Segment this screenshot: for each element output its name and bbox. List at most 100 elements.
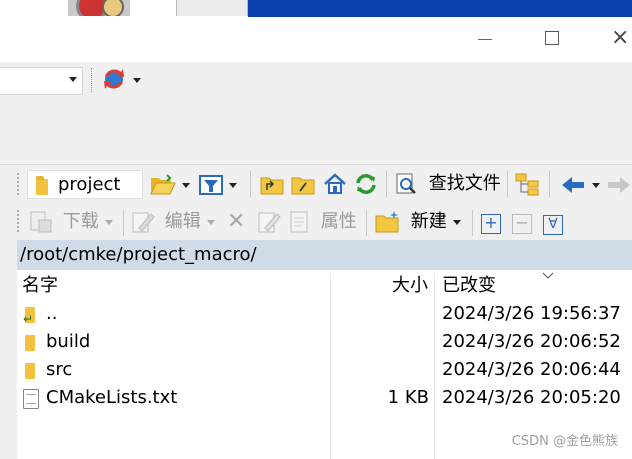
parent-folder-icon xyxy=(23,305,35,333)
session-select[interactable] xyxy=(0,67,83,95)
new-folder-icon xyxy=(375,211,399,233)
filter-button[interactable] xyxy=(199,172,237,198)
parent-folder-icon xyxy=(260,177,284,195)
sort-chevron-icon xyxy=(542,272,554,279)
rename-icon xyxy=(258,212,281,233)
folder-select-value: project xyxy=(58,174,121,195)
table-row[interactable]: .. 2024/3/26 19:56:37 xyxy=(17,300,632,333)
chevron-down-icon[interactable] xyxy=(104,219,113,225)
select-more-button[interactable]: + xyxy=(481,210,501,236)
watermark: CSDN @金色熊族 xyxy=(511,434,618,449)
column-header-name[interactable]: 名字 xyxy=(22,270,58,302)
new-button[interactable]: 新建 xyxy=(375,209,461,235)
select-all-icon: ∀ xyxy=(543,215,563,235)
maximize-button[interactable] xyxy=(545,31,559,45)
file-size: 1 KB xyxy=(387,387,429,408)
toolbar-grip[interactable] xyxy=(17,173,22,195)
file-name: CMakeLists.txt xyxy=(46,387,178,408)
column-header-size[interactable]: 大小 xyxy=(392,270,428,302)
download-icon xyxy=(30,211,52,233)
toolbar-separator xyxy=(91,68,94,92)
open-folder-icon xyxy=(150,174,176,195)
chevron-down-icon[interactable] xyxy=(206,219,215,225)
table-row[interactable]: CMakeLists.txt 1 KB 2024/3/26 20:05:20 xyxy=(17,384,632,412)
table-row[interactable]: src 2024/3/26 20:06:44 xyxy=(17,356,632,384)
refresh-icon xyxy=(356,174,376,194)
root-folder-button[interactable] xyxy=(291,172,315,198)
file-toolbar-secondary: 下载 编辑 ✕ 属性 新建 + − ∀ xyxy=(0,204,632,240)
minus-icon: − xyxy=(512,214,532,234)
chevron-down-icon[interactable] xyxy=(592,182,600,188)
desktop-app-icon[interactable] xyxy=(68,0,130,16)
open-folder-button[interactable] xyxy=(150,172,190,198)
file-list: 名字 大小 已改变 .. 2024/3/26 19:56:37 build 20… xyxy=(17,270,632,459)
toolbar-separator xyxy=(366,210,367,236)
file-modified: 2024/3/26 20:05:20 xyxy=(442,387,621,408)
properties-icon xyxy=(290,211,308,233)
edit-label: 编辑 xyxy=(164,211,201,232)
toolbar-separator xyxy=(507,171,508,197)
properties-label: 属性 xyxy=(320,211,357,232)
tree-view-button[interactable] xyxy=(515,171,541,197)
file-modified: 2024/3/26 20:06:44 xyxy=(442,359,621,380)
find-files-label: 查找文件 xyxy=(428,173,501,194)
forward-button[interactable] xyxy=(606,172,632,198)
properties-button[interactable]: 属性 xyxy=(289,209,357,235)
file-name: build xyxy=(46,331,91,352)
minimize-button[interactable] xyxy=(478,39,492,40)
forward-arrow-icon xyxy=(608,177,630,193)
select-all-button[interactable]: ∀ xyxy=(543,210,563,236)
current-path: /root/cmke/project_macro/ xyxy=(20,244,257,265)
select-less-button[interactable]: − xyxy=(512,210,532,236)
toolbar-separator xyxy=(549,171,550,197)
file-name: src xyxy=(46,359,73,380)
empty-panel-area xyxy=(0,102,632,164)
edit-icon xyxy=(132,212,155,233)
folder-icon xyxy=(25,335,35,351)
rename-button[interactable] xyxy=(257,209,281,235)
sync-button[interactable] xyxy=(91,66,143,94)
back-arrow-icon xyxy=(562,177,584,193)
file-name: .. xyxy=(46,303,58,324)
desktop-window-thumbnail[interactable] xyxy=(176,0,248,16)
chevron-down-icon[interactable] xyxy=(452,219,461,225)
filter-icon xyxy=(199,175,223,195)
sync-icon xyxy=(99,66,129,99)
path-bar[interactable]: /root/cmke/project_macro/ xyxy=(17,240,632,270)
chevron-down-icon[interactable] xyxy=(182,182,190,188)
desktop-strip xyxy=(0,0,632,17)
refresh-button[interactable] xyxy=(354,171,378,197)
table-row[interactable]: build 2024/3/26 20:06:52 xyxy=(17,328,632,356)
folder-icon xyxy=(36,176,48,195)
close-button[interactable]: × xyxy=(611,25,629,50)
home-icon xyxy=(324,173,346,194)
find-files-button[interactable]: 查找文件 xyxy=(395,171,501,197)
chevron-down-icon[interactable] xyxy=(229,182,237,188)
tree-icon xyxy=(515,173,539,196)
delete-icon: ✕ xyxy=(227,209,246,234)
toolbar-grip[interactable] xyxy=(17,210,22,232)
panel-left-gutter xyxy=(0,240,17,459)
home-button[interactable] xyxy=(323,171,347,197)
folder-icon xyxy=(25,363,35,379)
root-folder-icon xyxy=(291,177,315,195)
download-button[interactable]: 下载 xyxy=(27,209,113,235)
parent-folder-button[interactable] xyxy=(260,172,284,198)
new-label: 新建 xyxy=(410,211,447,232)
text-file-icon xyxy=(23,389,39,409)
edit-button[interactable]: 编辑 xyxy=(131,209,215,235)
delete-button[interactable]: ✕ xyxy=(227,209,245,235)
toolbar-separator xyxy=(250,171,251,197)
plus-icon: + xyxy=(481,214,501,234)
column-header-modified[interactable]: 已改变 xyxy=(442,270,496,302)
chevron-down-icon[interactable] xyxy=(69,77,77,82)
back-button[interactable] xyxy=(560,172,600,198)
session-toolbar xyxy=(0,62,632,102)
toolbar-separator xyxy=(472,210,473,236)
desktop-taskbar-area xyxy=(248,0,632,17)
chevron-down-icon[interactable] xyxy=(133,78,141,83)
column-headers: 名字 大小 已改变 xyxy=(17,270,632,300)
window-title-bar: × xyxy=(0,17,632,59)
find-icon xyxy=(396,173,416,194)
folder-select[interactable]: project xyxy=(27,170,168,199)
